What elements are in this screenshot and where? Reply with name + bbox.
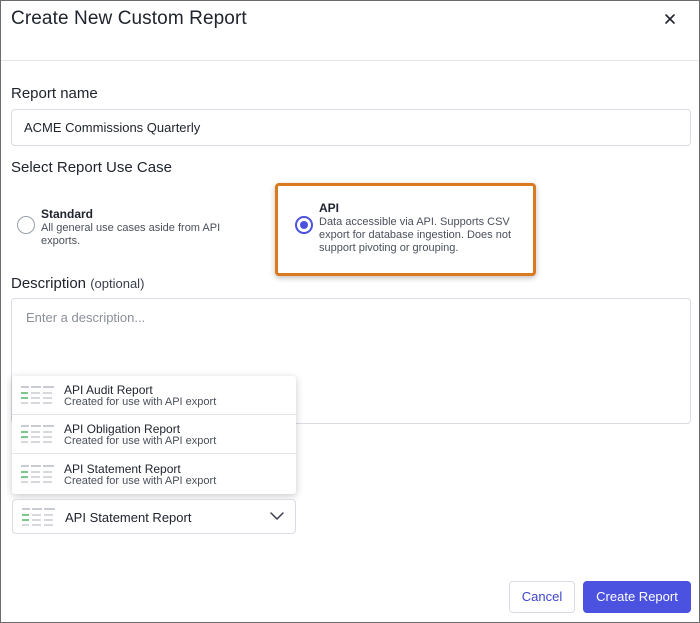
api-radio[interactable] <box>295 216 313 234</box>
report-template-icon <box>22 508 55 526</box>
report-template-icon <box>21 386 54 404</box>
api-option-description: Data accessible via API. Supports CSV ex… <box>319 216 512 254</box>
use-case-option-standard[interactable]: Standard All general use cases aside fro… <box>16 206 256 251</box>
menu-item-subtitle: Created for use with API export <box>64 475 217 487</box>
use-case-label: Select Report Use Case <box>11 159 172 176</box>
menu-item-api-obligation-report[interactable]: API Obligation Report Created for use wi… <box>12 415 296 454</box>
report-name-input[interactable] <box>11 109 691 146</box>
close-button[interactable] <box>661 10 679 28</box>
dialog-header: Create New Custom Report <box>1 1 699 61</box>
description-placeholder: Enter a description... <box>26 310 146 325</box>
standard-radio[interactable] <box>17 216 35 234</box>
menu-item-title: API Audit Report <box>64 383 153 397</box>
report-template-icon <box>21 465 54 483</box>
standard-option-description: All general use cases aside from API exp… <box>41 222 221 247</box>
use-case-option-api[interactable]: API Data accessible via API. Supports CS… <box>295 200 531 260</box>
menu-item-api-audit-report[interactable]: API Audit Report Created for use with AP… <box>12 376 296 415</box>
menu-item-api-statement-report[interactable]: API Statement Report Created for use wit… <box>12 455 296 494</box>
description-label: Description (optional) <box>11 275 145 292</box>
create-report-button[interactable]: Create Report <box>583 581 691 613</box>
optional-hint: (optional) <box>90 276 145 291</box>
dialog-title: Create New Custom Report <box>11 8 247 29</box>
report-template-icon <box>21 425 54 443</box>
close-icon <box>665 14 675 24</box>
api-option-title: API <box>319 201 340 215</box>
template-dropdown-menu: API Audit Report Created for use with AP… <box>12 376 296 494</box>
report-name-label: Report name <box>11 85 98 102</box>
selected-template-label: API Statement Report <box>65 510 192 525</box>
menu-item-title: API Obligation Report <box>64 422 181 436</box>
menu-item-subtitle: Created for use with API export <box>64 435 217 447</box>
cancel-button[interactable]: Cancel <box>509 581 575 613</box>
create-report-dialog: Create New Custom Report Report name Sel… <box>0 0 700 623</box>
chevron-down-icon <box>270 512 284 520</box>
menu-item-subtitle: Created for use with API export <box>64 396 217 408</box>
menu-item-title: API Statement Report <box>64 462 181 476</box>
template-select[interactable]: API Statement Report <box>12 499 296 534</box>
standard-option-title: Standard <box>41 207 94 221</box>
